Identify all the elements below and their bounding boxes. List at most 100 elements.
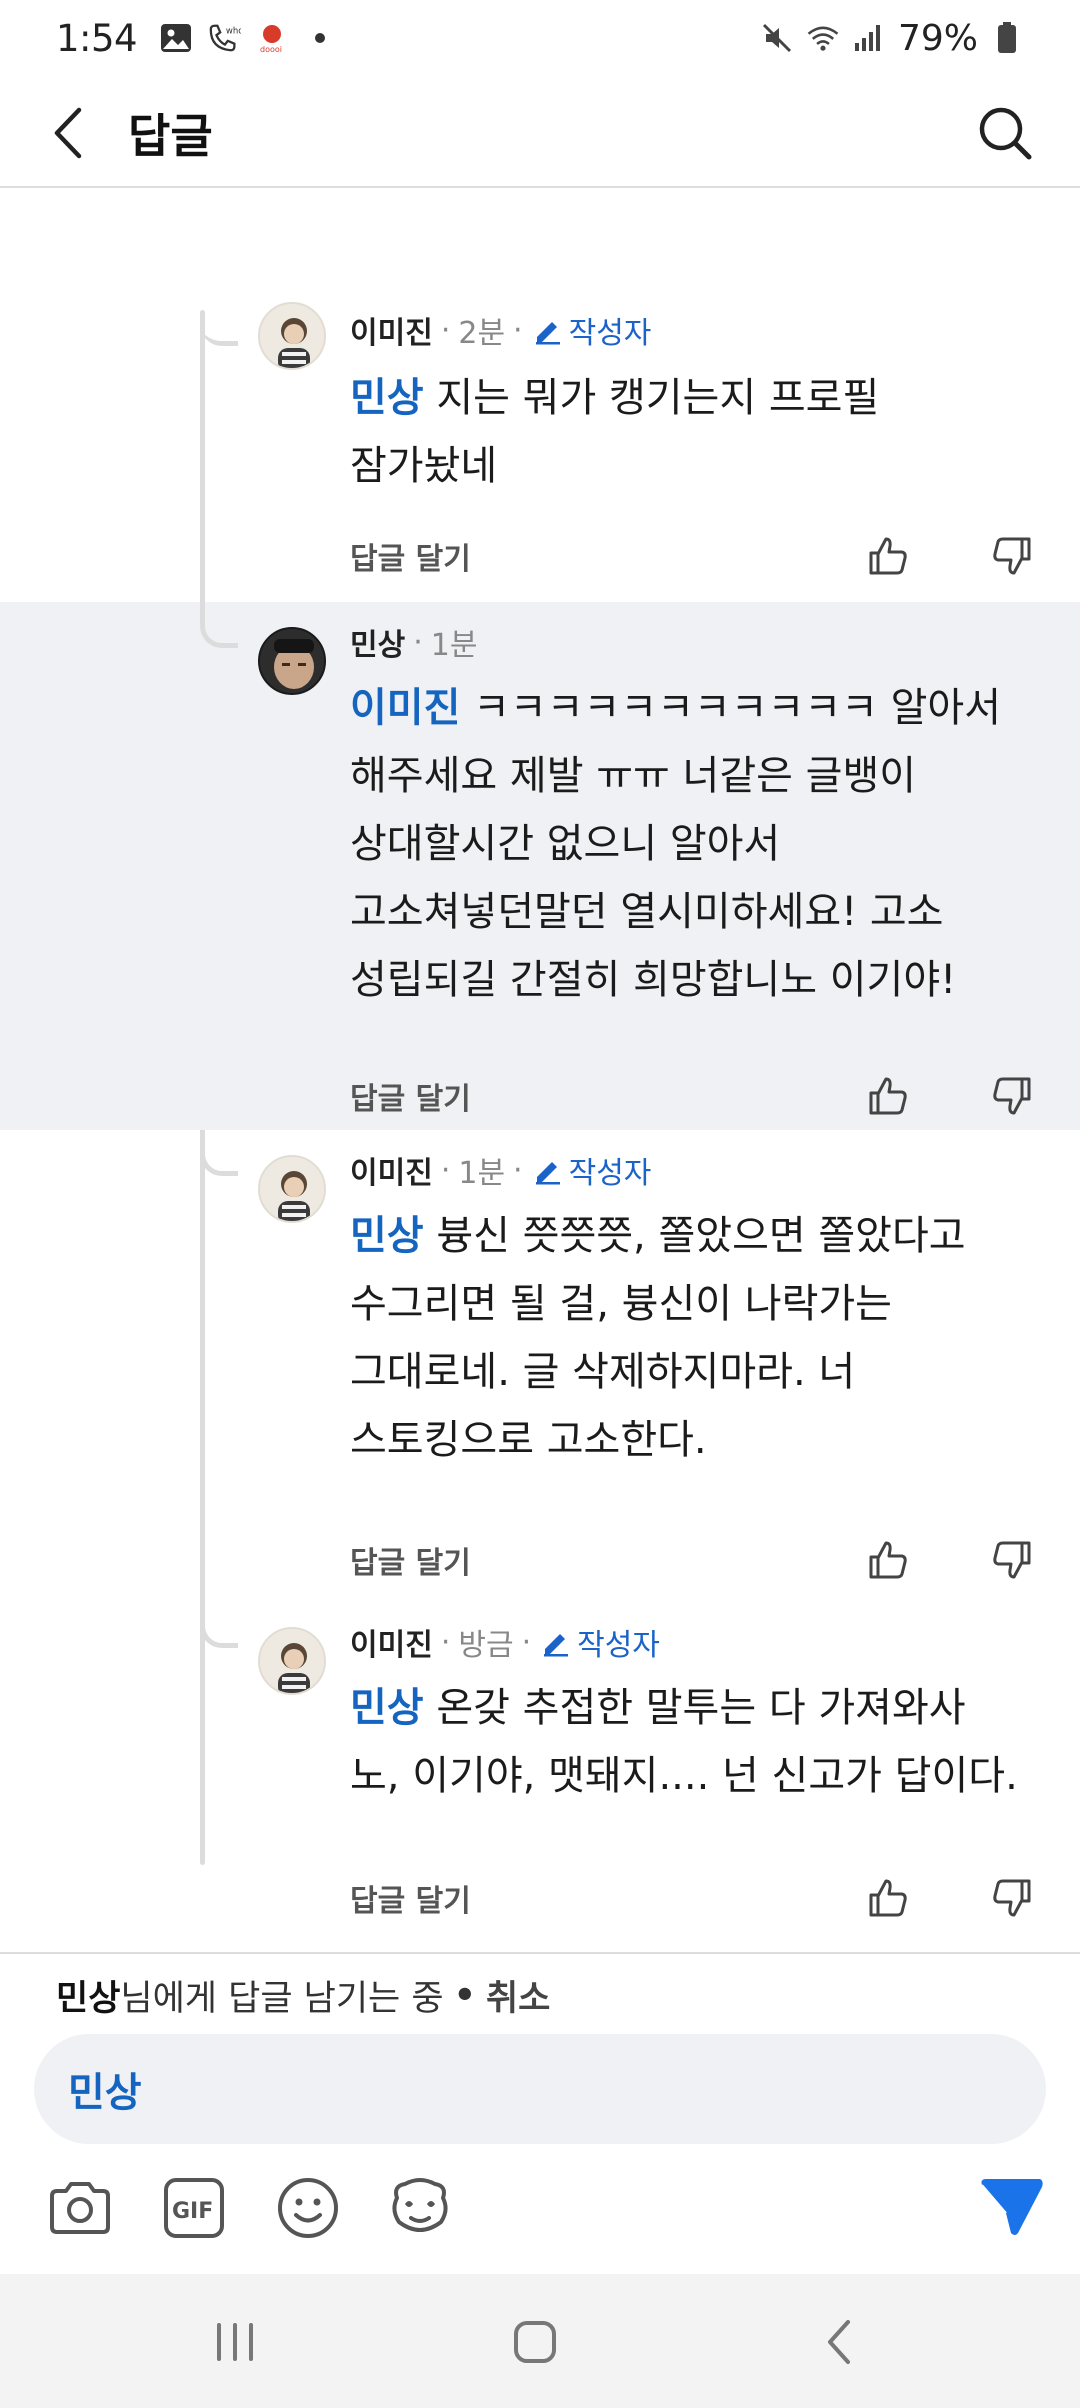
- dislike-button[interactable]: [984, 1532, 1040, 1588]
- like-button[interactable]: [860, 1870, 916, 1926]
- cancel-reply-button[interactable]: 취소: [486, 1970, 550, 2021]
- dislike-button[interactable]: [984, 1870, 1040, 1926]
- comment-actions: 답글 달기: [350, 1530, 1040, 1590]
- thumbs-down-icon: [993, 537, 1031, 575]
- wifi-call-icon: who: [207, 21, 241, 55]
- mention-link[interactable]: 이미진: [350, 685, 460, 731]
- gif-button[interactable]: GIF: [160, 2174, 228, 2242]
- comment-author[interactable]: 민상: [350, 620, 405, 664]
- battery-percent: 79%: [897, 17, 978, 59]
- pencil-icon: [535, 1162, 560, 1185]
- signal-icon: [852, 21, 886, 55]
- page-title: 답글: [128, 109, 213, 163]
- back-button[interactable]: [40, 105, 96, 161]
- home-button[interactable]: [500, 2312, 570, 2372]
- comment-time: 1분: [430, 628, 478, 663]
- svg-text:doooi: doooi: [260, 45, 282, 54]
- comment-time: 1분: [458, 1156, 506, 1191]
- comment-item-highlighted: 민상 · 1분 이미진 ㅋㅋㅋㅋㅋㅋㅋㅋㅋㅋㅋ 알아서 해주세요 제발 ㅠㅠ 너…: [0, 602, 1080, 1130]
- comment-meta: 민상 · 1분: [350, 620, 477, 664]
- reply-button[interactable]: 답글 달기: [350, 1074, 471, 1118]
- app-notification-icon: doooi: [255, 21, 289, 55]
- thumbs-up-icon: [869, 1879, 907, 1917]
- recent-apps-button[interactable]: [200, 2312, 270, 2372]
- dot-icon: [303, 21, 337, 55]
- emoji-icon: [278, 2178, 338, 2238]
- like-button[interactable]: [860, 1532, 916, 1588]
- comment-time: 방금: [458, 1628, 514, 1663]
- send-button[interactable]: [976, 2172, 1048, 2240]
- like-button[interactable]: [860, 528, 916, 584]
- back-nav-button[interactable]: [804, 2312, 874, 2372]
- thumbs-up-icon: [869, 1541, 907, 1579]
- replying-to-bar: 민상 님에게 답글 남기는 중 • 취소: [56, 1970, 550, 2021]
- reply-button[interactable]: 답글 달기: [350, 534, 471, 578]
- home-icon: [514, 2321, 556, 2363]
- comment-item: 이미진 · 1분 · 작성자 민상 븅신 쯧쯧쯧, 쫄았으면 쫄았다고 수그리면…: [0, 1130, 1080, 1602]
- send-icon: [981, 2179, 1043, 2235]
- thread-elbow: [200, 602, 238, 648]
- svg-text:GIF: GIF: [172, 2199, 213, 2224]
- comment-author[interactable]: 이미진: [350, 308, 433, 352]
- reply-input-value[interactable]: 민상: [68, 2060, 142, 2118]
- thumbs-up-icon: [869, 537, 907, 575]
- reply-button[interactable]: 답글 달기: [350, 1876, 471, 1920]
- sticker-button[interactable]: [386, 2174, 454, 2242]
- status-icons-left: who doooi: [159, 21, 337, 55]
- avatar[interactable]: [258, 1155, 326, 1223]
- comment-actions: 답글 달기: [350, 1066, 1040, 1126]
- recent-apps-icon: [217, 2323, 253, 2361]
- thumbs-down-icon: [993, 1077, 1031, 1115]
- comment-item: 이미진 · 방금 · 작성자 민상 온갖 추접한 말투는 다 가져와사 노, 이…: [0, 1602, 1080, 1952]
- mention-link[interactable]: 민상: [350, 1213, 424, 1259]
- thread-elbow: [200, 1130, 238, 1176]
- mute-icon: [760, 21, 794, 55]
- comment-meta: 이미진 · 방금 · 작성자: [350, 1620, 660, 1664]
- dislike-button[interactable]: [984, 528, 1040, 584]
- camera-icon: [50, 2182, 110, 2234]
- author-badge: 작성자: [541, 1620, 660, 1664]
- comment-author[interactable]: 이미진: [350, 1620, 433, 1664]
- status-bar: 1:54 who doooi 79%: [0, 0, 1080, 76]
- dislike-button[interactable]: [984, 1068, 1040, 1124]
- like-button[interactable]: [860, 1068, 916, 1124]
- mention-link[interactable]: 민상: [350, 375, 424, 421]
- app-header: 답글: [0, 80, 1080, 188]
- thumbs-down-icon: [993, 1879, 1031, 1917]
- battery-icon: [990, 21, 1024, 55]
- thread-elbow: [200, 1602, 238, 1648]
- replying-to-user: 민상: [56, 1979, 121, 2019]
- thread-elbow: [200, 316, 238, 346]
- pencil-icon: [544, 1634, 569, 1657]
- avatar[interactable]: [258, 302, 326, 370]
- comment-item: 이미진 · 2분 · 작성자 민상 지는 뭐가 캥기는지 프로필 잠가놨네 답글…: [0, 190, 1080, 602]
- comment-body: 민상 지는 뭐가 캥기는지 프로필 잠가놨네: [350, 375, 880, 489]
- system-nav-bar: [0, 2274, 1080, 2408]
- status-time: 1:54: [56, 16, 138, 60]
- search-icon: [979, 107, 1032, 160]
- reply-thread: 이미진 · 2분 · 작성자 민상 지는 뭐가 캥기는지 프로필 잠가놨네 답글…: [0, 190, 1080, 1952]
- emoji-button[interactable]: [274, 2174, 342, 2242]
- wifi-icon: [806, 21, 840, 55]
- author-badge: 작성자: [533, 308, 651, 352]
- chevron-left-icon: [54, 107, 82, 159]
- comment-meta: 이미진 · 1분 · 작성자: [350, 1148, 651, 1192]
- comment-meta: 이미진 · 2분 · 작성자: [350, 308, 651, 352]
- avatar[interactable]: [258, 627, 326, 695]
- reply-input[interactable]: 민상: [34, 2034, 1046, 2144]
- camera-button[interactable]: [46, 2174, 114, 2242]
- mention-link[interactable]: 민상: [350, 1685, 424, 1731]
- thumbs-down-icon: [993, 1541, 1031, 1579]
- comment-actions: 답글 달기: [350, 526, 1040, 586]
- comment-body: 민상 븅신 쯧쯧쯧, 쫄았으면 쫄았다고 수그리면 될 걸, 븅신이 나락가는 …: [350, 1213, 966, 1463]
- svg-text:who: who: [226, 26, 241, 36]
- gallery-icon: [159, 21, 193, 55]
- avatar[interactable]: [258, 1627, 326, 1695]
- search-button[interactable]: [976, 104, 1034, 162]
- status-icons-right: 79%: [760, 18, 1024, 59]
- comment-actions: 답글 달기: [350, 1868, 1040, 1928]
- thumbs-up-icon: [869, 1077, 907, 1115]
- reply-button[interactable]: 답글 달기: [350, 1538, 471, 1582]
- comment-time: 2분: [458, 316, 506, 351]
- comment-author[interactable]: 이미진: [350, 1148, 433, 1192]
